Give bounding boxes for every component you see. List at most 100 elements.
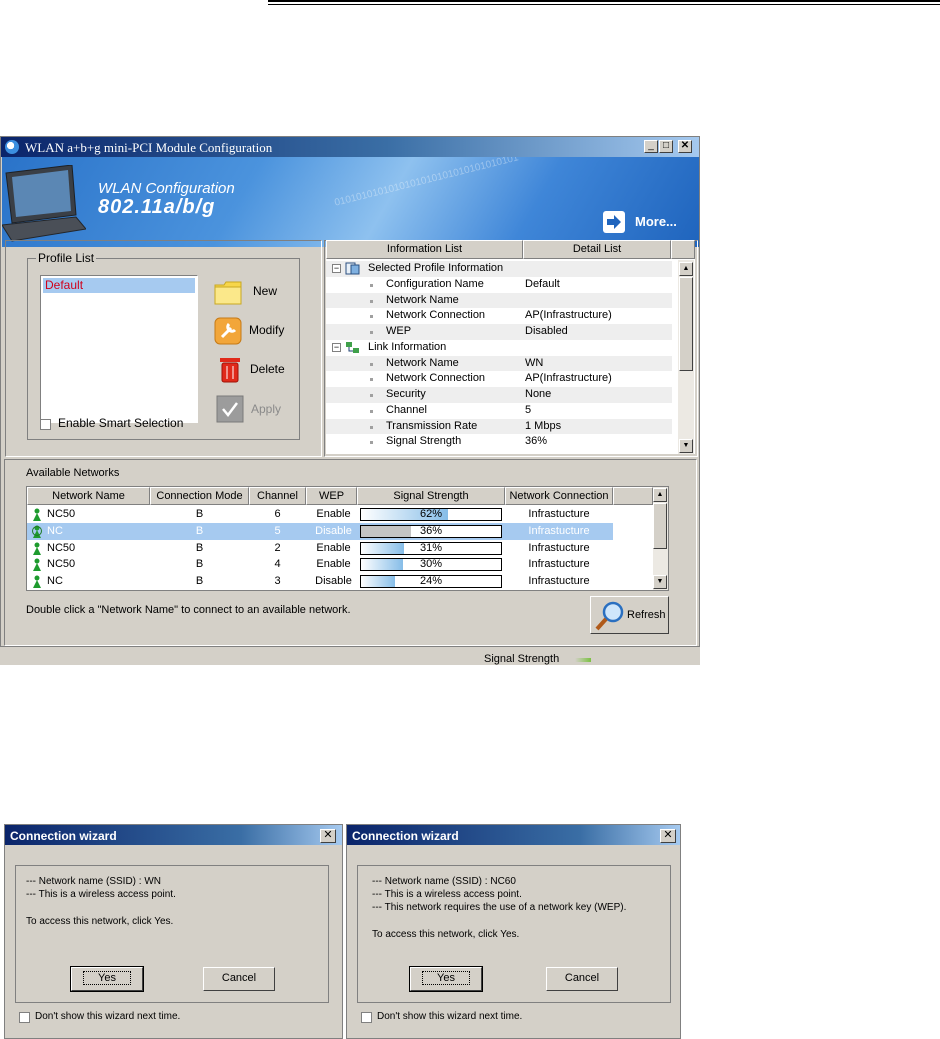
info-row-value: 1 Mbps bbox=[525, 419, 562, 432]
info-row: Transmission Rate 1 Mbps bbox=[326, 418, 672, 435]
tab-information-list[interactable]: Information List bbox=[326, 240, 523, 259]
column-header[interactable]: Connection Mode bbox=[150, 487, 249, 505]
info-row: Network Name WN bbox=[326, 355, 672, 372]
collapse-icon[interactable]: − bbox=[332, 264, 341, 273]
info-scrollbar[interactable]: ▲ ▼ bbox=[678, 260, 694, 454]
checkmark-icon[interactable] bbox=[216, 395, 244, 423]
smart-selection-checkbox[interactable] bbox=[40, 419, 51, 430]
wizard2-line-ssid: --- Network name (SSID) : NC60 bbox=[372, 876, 516, 887]
connection-wizard-2: Connection wizard ✕ --- Network name (SS… bbox=[346, 824, 681, 1039]
bullet-icon bbox=[370, 315, 373, 319]
status-signal-label: Signal Strength bbox=[484, 653, 560, 665]
wizard1-title-bar[interactable]: Connection wizard bbox=[5, 825, 342, 845]
header-filler bbox=[613, 487, 653, 505]
net-scroll-down-button[interactable]: ▼ bbox=[653, 575, 667, 589]
wizard1-line-ap: --- This is a wireless access point. bbox=[26, 889, 176, 900]
app-icon bbox=[5, 140, 19, 154]
wizard1-title: Connection wizard bbox=[10, 829, 117, 843]
info-row-label: Configuration Name bbox=[386, 277, 484, 290]
wizard2-line-instruction: To access this network, click Yes. bbox=[372, 929, 520, 940]
title-bar[interactable]: WLAN a+b+g mini-PCI Module Configuration… bbox=[1, 137, 699, 157]
wizard1-cancel-label: Cancel bbox=[221, 972, 257, 984]
network-row[interactable]: NC B 5 Disable Infrastucture 36% bbox=[27, 522, 613, 540]
network-cell-connection: Infrastucture bbox=[528, 575, 590, 588]
refresh-button[interactable]: Refresh bbox=[590, 596, 669, 634]
info-row-value: 5 bbox=[525, 403, 532, 416]
wizard2-cancel-label: Cancel bbox=[564, 972, 600, 984]
bullet-icon bbox=[370, 378, 373, 382]
link-info-icon bbox=[346, 341, 359, 353]
close-button[interactable]: ✕ bbox=[678, 140, 692, 153]
new-button[interactable]: New bbox=[253, 284, 277, 298]
network-row[interactable]: NC50 B 6 Enable Infrastucture 62% bbox=[27, 506, 613, 523]
network-cell-channel: 3 bbox=[274, 575, 281, 588]
banner-title: WLAN Configuration bbox=[98, 180, 235, 197]
signal-strength-text: 36% bbox=[419, 524, 443, 537]
folder-icon[interactable] bbox=[214, 278, 242, 306]
wizard2-cancel-button[interactable]: Cancel bbox=[546, 967, 618, 991]
tab-detail-list[interactable]: Detail List bbox=[523, 240, 671, 259]
info-row-label: Security bbox=[386, 388, 426, 400]
profile-listbox[interactable]: Default bbox=[40, 275, 198, 423]
bullet-icon bbox=[370, 331, 373, 334]
wizard1-dont-show-checkbox[interactable] bbox=[19, 1012, 30, 1023]
scroll-up-button[interactable]: ▲ bbox=[679, 262, 693, 276]
access-point-icon bbox=[33, 508, 41, 521]
wizard2-dont-show-checkbox[interactable] bbox=[361, 1012, 372, 1023]
wizard1-yes-button[interactable]: Yes bbox=[70, 966, 144, 992]
column-header[interactable]: WEP bbox=[306, 487, 357, 505]
net-scroll-thumb[interactable] bbox=[653, 503, 667, 549]
network-cell-connection: Infrastucture bbox=[528, 558, 590, 571]
profile-item-default[interactable]: Default bbox=[43, 278, 195, 293]
scroll-thumb[interactable] bbox=[679, 277, 693, 371]
network-cell-channel: 6 bbox=[274, 508, 281, 520]
info-category-row: − Selected Profile Information bbox=[326, 261, 672, 277]
network-cell-wep: Enable bbox=[316, 508, 351, 520]
info-row: Network Name bbox=[326, 292, 672, 309]
delete-button[interactable]: Delete bbox=[250, 362, 285, 376]
trash-icon[interactable] bbox=[216, 355, 244, 383]
modify-button[interactable]: Modify bbox=[249, 323, 284, 337]
wizard1-close-button[interactable]: ✕ bbox=[320, 829, 336, 843]
document-rule bbox=[268, 0, 940, 5]
network-cell-name: NC50 bbox=[47, 541, 76, 554]
wizard2-close-button[interactable]: ✕ bbox=[660, 829, 676, 843]
network-row[interactable]: NC50 B 4 Enable Infrastucture 30% bbox=[27, 556, 613, 573]
network-row[interactable]: NC50 B 2 Enable Infrastucture 31% bbox=[27, 540, 613, 557]
networks-scrollbar[interactable]: ▲ ▼ bbox=[653, 487, 668, 590]
signal-strength-bar: 31% bbox=[360, 541, 502, 555]
minimize-button[interactable]: _ bbox=[644, 140, 658, 153]
info-row-value: AP(Infrastructure) bbox=[525, 372, 612, 385]
apply-button[interactable]: Apply bbox=[251, 402, 281, 416]
network-cell-connection: Infrastucture bbox=[528, 508, 590, 520]
wizard1-cancel-button[interactable]: Cancel bbox=[203, 967, 275, 991]
column-header[interactable]: Signal Strength bbox=[357, 487, 505, 505]
bullet-icon bbox=[370, 425, 373, 429]
wrench-icon[interactable] bbox=[214, 317, 242, 345]
net-scroll-up-button[interactable]: ▲ bbox=[653, 488, 667, 502]
network-cell-mode: B bbox=[195, 558, 204, 571]
info-category-row: − Link Information bbox=[326, 340, 672, 356]
scroll-down-button[interactable]: ▼ bbox=[679, 439, 693, 453]
info-row-label: Network Name bbox=[386, 356, 459, 369]
maximize-button[interactable]: □ bbox=[659, 140, 673, 153]
smart-selection-label: Enable Smart Selection bbox=[58, 416, 184, 430]
wizard2-info-group: --- Network name (SSID) : NC60 --- This … bbox=[357, 865, 671, 1003]
column-header[interactable]: Network Connection bbox=[505, 487, 613, 505]
network-cell-channel: 2 bbox=[274, 541, 281, 554]
network-cell-wep: Enable bbox=[316, 558, 351, 571]
column-header[interactable]: Channel bbox=[249, 487, 306, 505]
collapse-icon[interactable]: − bbox=[332, 342, 341, 352]
column-header[interactable]: Network Name bbox=[27, 487, 150, 505]
wizard2-title-bar[interactable]: Connection wizard bbox=[347, 825, 680, 845]
signal-strength-bar: 24% bbox=[360, 575, 502, 589]
network-cell-name: NC bbox=[47, 524, 63, 537]
network-cell-name: NC50 bbox=[47, 558, 76, 571]
wizard2-line-ap: --- This is a wireless access point. bbox=[372, 889, 522, 900]
status-bar: Signal Strength bbox=[0, 646, 700, 665]
access-point-icon bbox=[33, 542, 41, 555]
wizard2-yes-label: Yes bbox=[422, 971, 470, 985]
network-row[interactable]: NC B 3 Disable Infrastucture 24% bbox=[27, 573, 613, 590]
network-cell-mode: B bbox=[195, 508, 204, 520]
wizard2-yes-button[interactable]: Yes bbox=[409, 966, 483, 992]
